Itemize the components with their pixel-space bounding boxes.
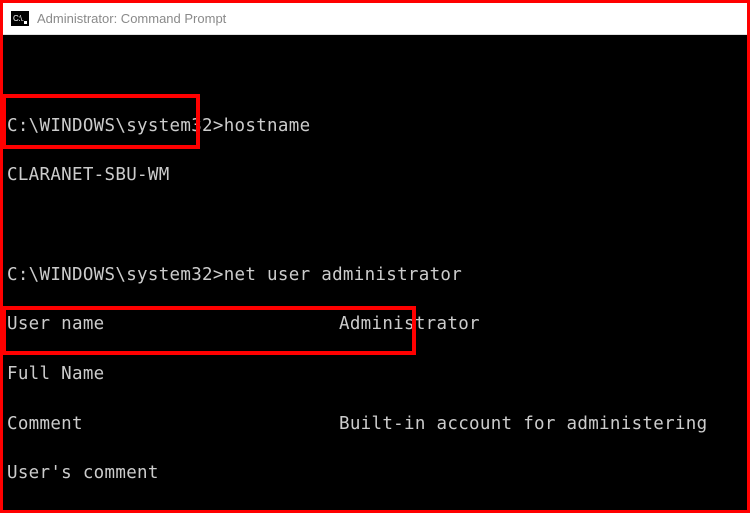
titlebar[interactable]: C:\. Administrator: Command Prompt xyxy=(3,3,747,35)
label: User's comment xyxy=(7,461,339,486)
label: Comment xyxy=(7,412,339,437)
value: Administrator xyxy=(339,314,480,334)
cmd-icon: C:\. xyxy=(11,11,29,26)
blank-line xyxy=(3,64,747,89)
label: User name xyxy=(7,312,339,337)
blank-line xyxy=(3,213,747,238)
row-full-name: Full Name xyxy=(3,362,747,387)
row-users-comment: User's comment xyxy=(3,461,747,486)
prompt-line-2: C:\WINDOWS\system32>net user administrat… xyxy=(3,263,747,288)
window-title: Administrator: Command Prompt xyxy=(37,11,226,26)
command-hostname: hostname xyxy=(224,116,311,136)
hostname-output: CLARANET-SBU-WM xyxy=(3,163,747,188)
prompt-path: C:\WINDOWS\system32> xyxy=(7,265,224,285)
prompt-line-1: C:\WINDOWS\system32>hostname xyxy=(3,114,747,139)
row-comment: CommentBuilt-in account for administerin… xyxy=(3,412,747,437)
prompt-path: C:\WINDOWS\system32> xyxy=(7,116,224,136)
label: Full Name xyxy=(7,362,339,387)
command-netuser: net user administrator xyxy=(224,265,462,285)
terminal-area[interactable]: C:\WINDOWS\system32>hostname CLARANET-SB… xyxy=(3,35,747,510)
row-user-name: User nameAdministrator xyxy=(3,312,747,337)
window-frame: C:\. Administrator: Command Prompt C:\WI… xyxy=(0,0,750,513)
value: Built-in account for administering xyxy=(339,414,707,434)
